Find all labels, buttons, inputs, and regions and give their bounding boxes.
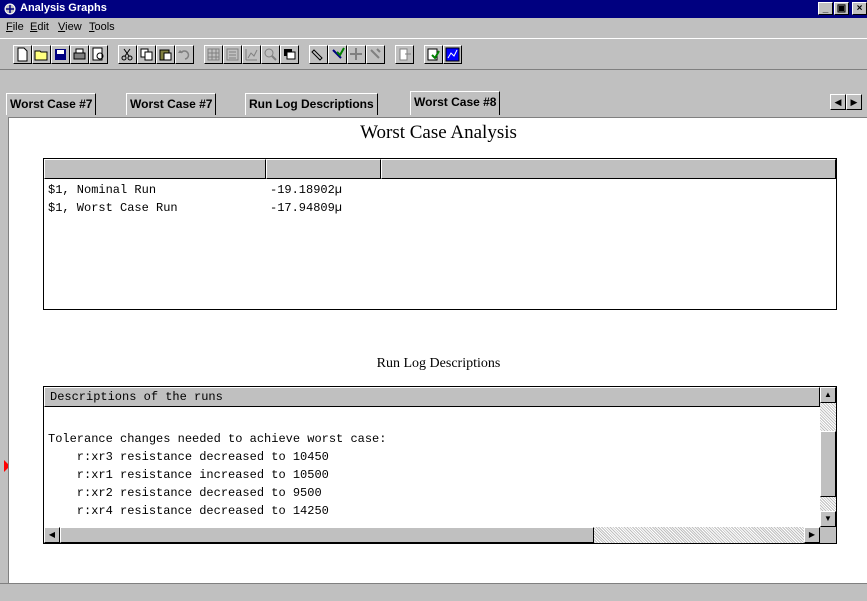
column-header[interactable] bbox=[44, 159, 266, 179]
menu-tools[interactable]: Tools bbox=[89, 21, 115, 33]
status-bar bbox=[0, 583, 867, 601]
menu-view[interactable]: View bbox=[58, 21, 82, 33]
main-panel: Worst Case Analysis $1, Nominal Run -19.… bbox=[8, 117, 867, 583]
runlog-header: Descriptions of the runs bbox=[44, 387, 820, 407]
maximize-button[interactable]: ▣ bbox=[834, 2, 849, 15]
runlog-title: Run Log Descriptions bbox=[376, 356, 501, 371]
horizontal-scroll-thumb[interactable] bbox=[60, 527, 594, 543]
runlog-line: r:xr3 resistance decreased to 10450 bbox=[48, 450, 329, 464]
tab-scroll-left-icon[interactable]: ◀ bbox=[830, 94, 846, 110]
runlog-line: r:xr4 resistance decreased to 14250 bbox=[48, 504, 329, 518]
chart-icon[interactable] bbox=[242, 45, 261, 64]
runlog-line: r:xr1 resistance increased to 10500 bbox=[48, 468, 329, 482]
tab-worst-case-7a[interactable]: Worst Case #7 bbox=[6, 93, 97, 115]
paste-icon[interactable] bbox=[156, 45, 175, 64]
analysis-title: Worst Case Analysis bbox=[360, 122, 517, 143]
list-icon[interactable] bbox=[223, 45, 242, 64]
tab-scroll-right-icon[interactable]: ▶ bbox=[846, 94, 862, 110]
menu-bar: File Edit View Tools bbox=[0, 18, 867, 37]
move-icon[interactable] bbox=[347, 45, 366, 64]
zoom-icon[interactable] bbox=[261, 45, 280, 64]
cut-icon[interactable] bbox=[118, 45, 137, 64]
run-value: -17.94809µ bbox=[270, 201, 343, 215]
scroll-left-icon[interactable]: ◀ bbox=[44, 527, 60, 543]
vertical-scroll-thumb[interactable] bbox=[820, 431, 836, 497]
runlog-header-text: Descriptions of the runs bbox=[50, 390, 223, 404]
scrollbar-corner bbox=[820, 527, 836, 543]
print-preview-icon[interactable] bbox=[89, 45, 108, 64]
edit-marker-icon[interactable] bbox=[366, 45, 385, 64]
column-header[interactable] bbox=[381, 159, 836, 179]
worst-case-table: $1, Nominal Run -19.18902µ $1, Worst Cas… bbox=[43, 158, 837, 310]
window-title: Analysis Graphs bbox=[20, 2, 107, 14]
tab-worst-case-7b[interactable]: Worst Case #7 bbox=[126, 93, 217, 115]
export-icon[interactable] bbox=[395, 45, 414, 64]
copy-icon[interactable] bbox=[137, 45, 156, 64]
column-header[interactable] bbox=[266, 159, 381, 179]
tab-run-log-descriptions[interactable]: Run Log Descriptions bbox=[245, 93, 378, 115]
runlog-box: Descriptions of the runs Tolerance chang… bbox=[43, 386, 837, 544]
horizontal-scrollbar[interactable]: ◀ ▶ bbox=[44, 527, 820, 543]
report-icon[interactable] bbox=[424, 45, 443, 64]
runlog-line: Tolerance changes needed to achieve wors… bbox=[48, 432, 387, 446]
menu-file[interactable]: File bbox=[6, 21, 24, 33]
tab-worst-case-8[interactable]: Worst Case #8 bbox=[410, 91, 501, 115]
close-button[interactable]: × bbox=[852, 2, 867, 15]
new-icon[interactable] bbox=[13, 45, 32, 64]
run-value: -19.18902µ bbox=[270, 183, 343, 197]
scroll-up-icon[interactable]: ▲ bbox=[820, 387, 836, 403]
vertical-scrollbar[interactable]: ▲ ▼ bbox=[820, 387, 836, 527]
marker-icon[interactable] bbox=[309, 45, 328, 64]
print-icon[interactable] bbox=[70, 45, 89, 64]
open-icon[interactable] bbox=[32, 45, 51, 64]
run-name: $1, Worst Case Run bbox=[48, 201, 178, 215]
app-icon bbox=[4, 3, 16, 15]
runlog-line: r:xr2 resistance decreased to 9500 bbox=[48, 486, 322, 500]
minimize-button[interactable]: _ bbox=[818, 2, 833, 15]
grid-icon[interactable] bbox=[204, 45, 223, 64]
menu-edit[interactable]: Edit bbox=[30, 21, 49, 33]
save-icon[interactable] bbox=[51, 45, 70, 64]
window-icon[interactable] bbox=[280, 45, 299, 64]
toolbar bbox=[0, 38, 867, 70]
run-name: $1, Nominal Run bbox=[48, 183, 157, 197]
title-bar: Analysis Graphs _ ▣ × bbox=[0, 0, 867, 18]
scroll-down-icon[interactable]: ▼ bbox=[820, 511, 836, 527]
scroll-right-icon[interactable]: ▶ bbox=[804, 527, 820, 543]
tab-bar: Worst Case #7 Worst Case #7 Run Log Desc… bbox=[0, 91, 867, 117]
undo-icon[interactable] bbox=[175, 45, 194, 64]
check-marker-icon[interactable] bbox=[328, 45, 347, 64]
graph-icon[interactable] bbox=[443, 45, 462, 64]
